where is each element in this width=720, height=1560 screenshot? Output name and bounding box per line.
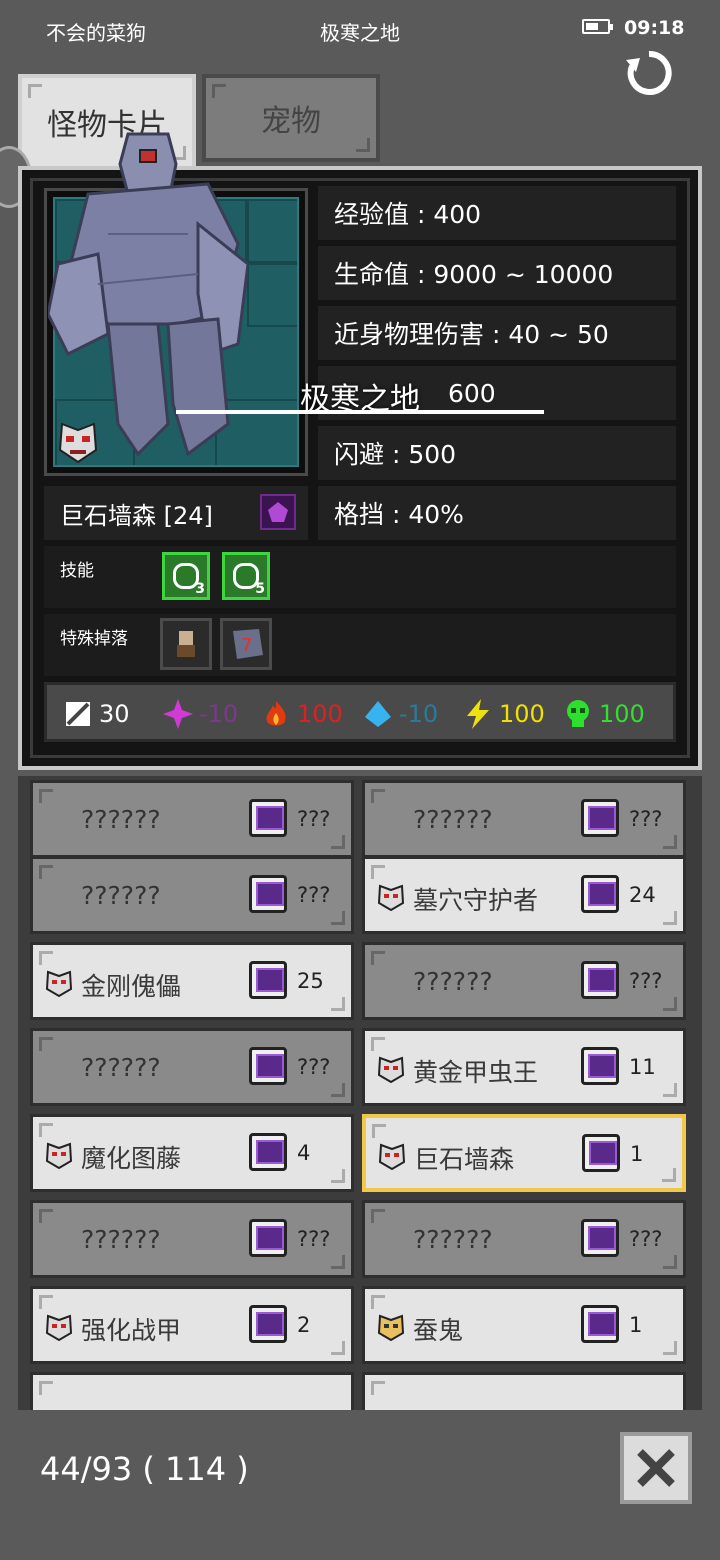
monster-card[interactable]: ?????? ??? bbox=[362, 780, 686, 858]
monster-card[interactable]: ?????? ??? bbox=[30, 1028, 354, 1106]
drop-rune-stone-icon[interactable]: 7 bbox=[220, 618, 272, 670]
armor-icon bbox=[66, 702, 90, 726]
status-bar: 不会的菜狗 极寒之地 09:18 bbox=[0, 0, 720, 60]
card-chip-icon bbox=[249, 875, 287, 913]
card-chip-icon bbox=[581, 799, 619, 837]
area-title-underline bbox=[176, 410, 544, 414]
monster-card[interactable]: ?????? ??? bbox=[30, 1200, 354, 1278]
ice-icon bbox=[365, 701, 391, 727]
monster-mask-icon bbox=[45, 970, 73, 997]
skills-label: 技能 bbox=[60, 561, 94, 581]
location-name: 极寒之地 bbox=[320, 21, 400, 45]
monster-card[interactable]: ?????? ??? bbox=[362, 942, 686, 1020]
monster-card[interactable]: 黄金甲虫王 11 bbox=[362, 1028, 686, 1106]
monster-mask-icon bbox=[377, 884, 405, 911]
elite-demon-icon bbox=[260, 494, 296, 530]
lightning-icon bbox=[467, 699, 489, 729]
monster-card-partial[interactable] bbox=[30, 1372, 354, 1410]
skill-icon[interactable]: 5 bbox=[222, 552, 270, 600]
resistance-bar: 30 -10 100 -10 100 100 bbox=[44, 682, 676, 742]
stat-exp: 经验值 : 400 bbox=[318, 186, 676, 240]
card-chip-icon bbox=[581, 961, 619, 999]
monster-card[interactable]: 墓穴守护者 24 bbox=[362, 856, 686, 934]
monster-mask-icon bbox=[377, 1314, 405, 1341]
tab-label: 宠物 bbox=[261, 104, 321, 139]
card-chip-icon bbox=[581, 1305, 619, 1343]
resist-arcane: -10 bbox=[163, 699, 238, 729]
monster-mask-icon bbox=[378, 1143, 406, 1170]
card-chip-icon bbox=[249, 799, 287, 837]
card-chip-icon bbox=[582, 1134, 620, 1172]
fire-icon bbox=[266, 701, 286, 726]
monster-card[interactable]: 魔化图藤 4 bbox=[30, 1114, 354, 1192]
monster-card[interactable]: 金刚傀儡 25 bbox=[30, 942, 354, 1020]
monster-mask-icon bbox=[377, 1056, 405, 1083]
drops-row: 特殊掉落 7 bbox=[44, 614, 676, 676]
close-icon bbox=[637, 1449, 675, 1487]
clock: 09:18 bbox=[624, 17, 685, 39]
stat-block: 格挡 : 40% bbox=[318, 486, 676, 540]
resist-armor: 30 bbox=[63, 699, 130, 729]
collection-count: 44/93 ( 114 ) bbox=[40, 1450, 249, 1488]
resist-poison: 100 bbox=[563, 699, 645, 729]
card-chip-icon bbox=[581, 1047, 619, 1085]
card-chip-icon bbox=[249, 1047, 287, 1085]
card-chip-icon bbox=[249, 1219, 287, 1257]
drop-skull-icon[interactable] bbox=[160, 618, 212, 670]
resist-fire: 100 bbox=[261, 699, 343, 729]
resist-lightning: 100 bbox=[463, 699, 545, 729]
boss-mask-icon bbox=[58, 422, 98, 464]
card-chip-icon bbox=[249, 1133, 287, 1171]
card-chip-icon bbox=[249, 961, 287, 999]
monster-name: 巨石墙森 [24] bbox=[44, 486, 308, 540]
card-chip-icon bbox=[581, 875, 619, 913]
monster-card[interactable]: ?????? ??? bbox=[30, 780, 354, 858]
monster-card-selected[interactable]: 巨石墙森 1 bbox=[362, 1114, 686, 1192]
monster-card[interactable]: ?????? ??? bbox=[30, 856, 354, 934]
drops-label: 特殊掉落 bbox=[60, 629, 128, 649]
arcane-icon bbox=[163, 699, 193, 729]
refresh-icon[interactable] bbox=[624, 48, 674, 98]
monster-card[interactable]: 强化战甲 2 bbox=[30, 1286, 354, 1364]
resist-ice: -10 bbox=[363, 699, 438, 729]
skill-icon[interactable]: 3 bbox=[162, 552, 210, 600]
close-button[interactable] bbox=[620, 1432, 692, 1504]
svg-text:7: 7 bbox=[241, 635, 252, 656]
card-chip-icon bbox=[249, 1305, 287, 1343]
monster-mask-icon bbox=[45, 1142, 73, 1169]
monster-card-grid[interactable]: ?????? ??? ?????? ??? ?????? ??? 墓穴守护者 2… bbox=[18, 776, 702, 1410]
stat-melee-damage: 近身物理伤害 : 40 ~ 50 bbox=[318, 306, 676, 360]
card-chip-icon bbox=[581, 1219, 619, 1257]
monster-card-partial[interactable] bbox=[362, 1372, 686, 1410]
battery-icon bbox=[582, 19, 613, 34]
stat-hp: 生命值 : 9000 ~ 10000 bbox=[318, 246, 676, 300]
monster-card[interactable]: ?????? ??? bbox=[362, 1200, 686, 1278]
stat-dodge: 闪避 : 500 bbox=[318, 426, 676, 480]
poison-icon bbox=[567, 700, 589, 727]
monster-mask-icon bbox=[45, 1314, 73, 1341]
skills-row: 技能 3 5 bbox=[44, 546, 676, 608]
monster-card[interactable]: 蚕鬼 1 bbox=[362, 1286, 686, 1364]
monster-name-label: 巨石墙森 [24] bbox=[60, 501, 213, 530]
